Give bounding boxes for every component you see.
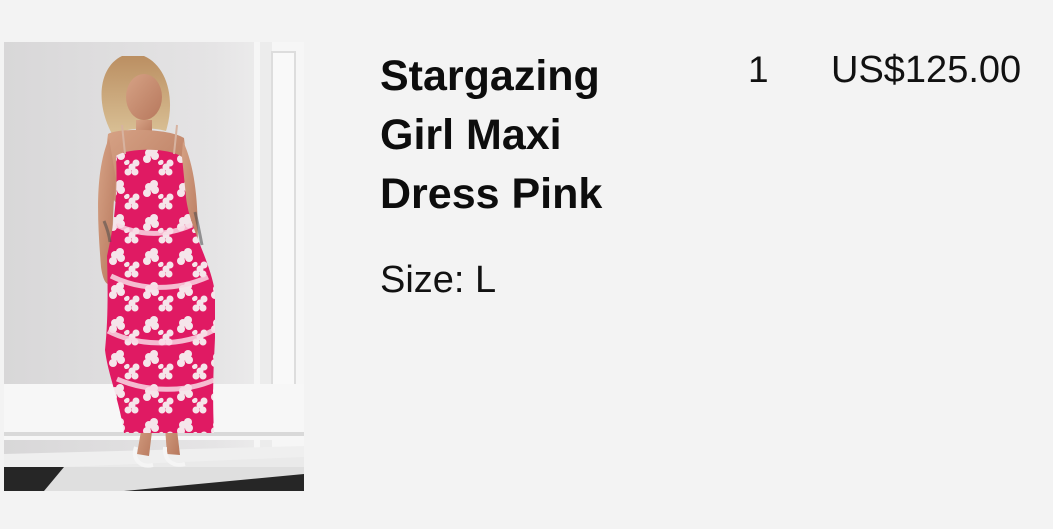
dress-photo-illustration [4, 42, 304, 491]
cart-line-item: Stargazing Girl Maxi Dress Pink Size: L … [0, 0, 1053, 529]
product-title[interactable]: Stargazing Girl Maxi Dress Pink [380, 47, 670, 224]
product-title-line-2[interactable]: Girl Maxi [380, 111, 562, 159]
size-label: Size: [380, 259, 465, 301]
line-item-price: US$125.00 [831, 49, 1022, 91]
product-image[interactable] [4, 42, 304, 491]
product-title-line-1[interactable]: Stargazing [380, 52, 600, 100]
quantity-value: 1 [748, 49, 769, 90]
product-size: Size: L [380, 258, 496, 302]
size-value: L [475, 259, 497, 301]
product-title-line-3[interactable]: Dress Pink [380, 170, 602, 218]
